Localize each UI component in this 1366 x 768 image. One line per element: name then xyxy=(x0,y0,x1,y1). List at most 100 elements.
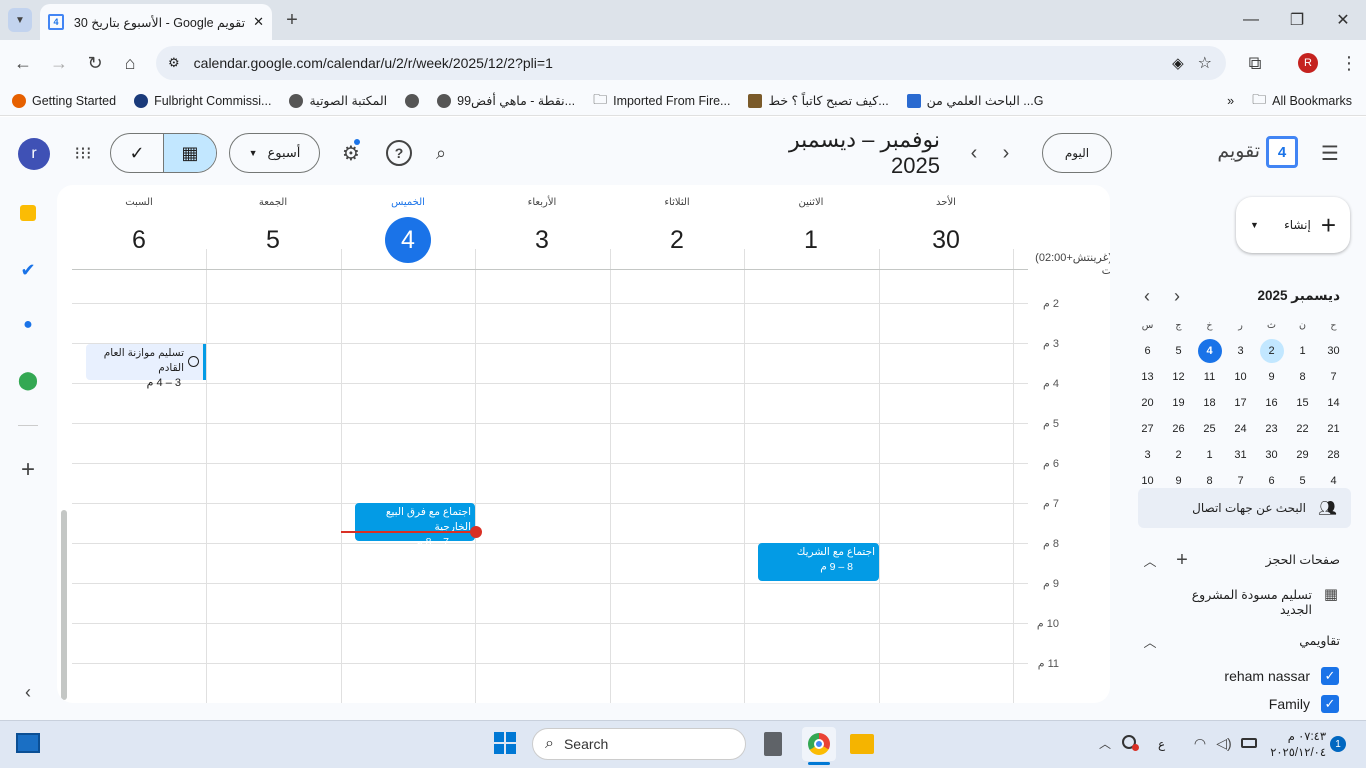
battery-icon[interactable] xyxy=(1241,738,1257,748)
mini-day[interactable]: 20 xyxy=(1132,390,1163,416)
day-header-today[interactable]: الخميس 4 xyxy=(341,185,475,263)
bookmark-item[interactable]: المكتبة الصوتية xyxy=(289,93,387,108)
tasks-icon[interactable]: ✔ xyxy=(18,260,38,280)
task-event[interactable]: تسليم موازنة العام القادم 3 – 4 م xyxy=(86,344,206,389)
mini-day[interactable]: 12 xyxy=(1163,364,1194,390)
taskbar-search[interactable]: ⌕ Search xyxy=(532,728,746,760)
calendar-checkbox[interactable]: ✓ xyxy=(1321,667,1339,685)
mini-day[interactable]: 8 xyxy=(1287,364,1318,390)
collapse-section-icon[interactable]: ︿ xyxy=(1140,550,1160,570)
grid-scrollbar[interactable] xyxy=(61,510,67,700)
clock-time[interactable]: ٠٧:٤٣ م xyxy=(1266,729,1326,743)
widgets-icon[interactable] xyxy=(16,733,40,753)
mini-day[interactable]: 24 xyxy=(1225,416,1256,442)
apps-grid-icon[interactable]: ⁝⁝⁝ xyxy=(70,140,96,166)
collapse-panel-icon[interactable]: ‹ xyxy=(18,682,38,702)
mini-day[interactable]: 17 xyxy=(1225,390,1256,416)
maps-icon[interactable]: ⬤ xyxy=(18,370,38,390)
mini-day[interactable]: 31 xyxy=(1225,442,1256,468)
day-header[interactable]: السبت 6 xyxy=(72,185,206,263)
mini-day[interactable]: 21 xyxy=(1318,416,1349,442)
search-contacts[interactable]: البحث عن جهات اتصال 👥︎ xyxy=(1138,488,1351,528)
collapse-section-icon[interactable]: ︿ xyxy=(1140,631,1160,651)
day-header[interactable]: الأربعاء 3 xyxy=(475,185,609,263)
calculator-icon[interactable] xyxy=(764,732,782,756)
back-button[interactable]: ← xyxy=(8,48,38,78)
language-indicator[interactable]: ع xyxy=(1158,737,1170,751)
mini-day[interactable]: 3 xyxy=(1225,338,1256,364)
add-addon-icon[interactable]: + xyxy=(16,456,40,483)
browser-menu-icon[interactable]: ⋮ xyxy=(1334,48,1364,78)
mini-next-month-icon[interactable]: › xyxy=(1168,286,1186,306)
mini-day[interactable]: 1 xyxy=(1194,442,1225,468)
today-button[interactable]: اليوم xyxy=(1042,133,1112,173)
clock-date[interactable]: ٢٠٢٥/١٢/٠٤ xyxy=(1266,745,1326,759)
contacts-icon[interactable]: ● xyxy=(18,315,38,335)
bookmark-item[interactable]: 99نقطة - ماهي أفض... xyxy=(437,93,575,108)
restore-button[interactable]: ❐ xyxy=(1274,0,1320,40)
tray-overflow-icon[interactable]: ︿ xyxy=(1096,734,1114,752)
bookmark-item[interactable]: الباحث العلمي من ...G xyxy=(906,93,1043,108)
address-bar[interactable]: ⚙ calendar.google.com/calendar/u/2/r/wee… xyxy=(156,46,1226,80)
calendar-event[interactable]: اجتماع مع فرق البيع الخارجية 7 – 8 م xyxy=(355,503,475,548)
mini-day[interactable]: 11 xyxy=(1194,364,1225,390)
reload-button[interactable]: ↻ xyxy=(80,48,110,78)
mini-day[interactable]: 14 xyxy=(1318,390,1349,416)
bookmark-item[interactable] xyxy=(405,93,420,108)
calendar-view-button[interactable]: ▦ xyxy=(163,134,216,172)
add-booking-icon[interactable]: + xyxy=(1172,549,1192,571)
bookmark-star-icon[interactable]: ☆ xyxy=(1198,53,1212,73)
mini-day[interactable]: 6 xyxy=(1132,338,1163,364)
search-icon[interactable]: ⌕ xyxy=(428,140,454,166)
wifi-icon[interactable]: ◠ xyxy=(1190,734,1210,752)
windows-start-icon[interactable] xyxy=(494,732,516,754)
mini-day[interactable]: 27 xyxy=(1132,416,1163,442)
tab-search-button[interactable]: ▼ xyxy=(8,8,32,32)
mini-day[interactable]: 22 xyxy=(1287,416,1318,442)
bookmark-item[interactable]: Fulbright Commissi... xyxy=(134,93,271,108)
file-explorer-icon[interactable] xyxy=(850,734,874,754)
mini-prev-month-icon[interactable]: ‹ xyxy=(1138,286,1156,306)
day-header[interactable]: الثلاثاء 2 xyxy=(610,185,744,263)
browser-tab-active[interactable]: 4 تقويم Google - الأسبوع بتاريخ 30 ✕ xyxy=(40,4,272,40)
mini-day[interactable]: 5 xyxy=(1163,338,1194,364)
volume-icon[interactable]: ◁) xyxy=(1214,734,1234,752)
all-bookmarks[interactable]: 🗀 All Bookmarks xyxy=(1252,89,1352,113)
mini-day[interactable]: 10 xyxy=(1225,364,1256,390)
close-window-button[interactable]: ✕ xyxy=(1320,0,1366,40)
tasks-view-button[interactable]: ✓ xyxy=(111,134,163,172)
mini-day[interactable]: 30 xyxy=(1256,442,1287,468)
new-tab-button[interactable]: + xyxy=(280,8,304,32)
mini-day[interactable]: 26 xyxy=(1163,416,1194,442)
next-period-icon[interactable]: › xyxy=(994,140,1018,166)
site-info-icon[interactable]: ⚙ xyxy=(168,55,180,71)
view-dropdown[interactable]: ▼ أسبوع xyxy=(229,133,320,173)
main-menu-icon[interactable]: ☰ xyxy=(1316,140,1344,166)
mini-day[interactable]: 16 xyxy=(1256,390,1287,416)
mini-day-today[interactable]: 4 xyxy=(1194,338,1225,364)
previous-period-icon[interactable]: ‹ xyxy=(962,140,986,166)
mini-day-selected[interactable]: 2 xyxy=(1256,338,1287,364)
mini-day[interactable]: 9 xyxy=(1256,364,1287,390)
settings-gear-icon[interactable]: ⚙ xyxy=(338,140,364,166)
booking-page-item[interactable]: تسليم مسودة المشروع الجديد xyxy=(1160,587,1312,617)
home-button[interactable]: ⌂ xyxy=(115,48,145,78)
calendar-event[interactable]: اجتماع مع الشريك 8 – 9 م xyxy=(758,543,879,581)
mini-day[interactable]: 19 xyxy=(1163,390,1194,416)
mini-day[interactable]: 30 xyxy=(1318,338,1349,364)
mini-day[interactable]: 3 xyxy=(1132,442,1163,468)
mini-day[interactable]: 18 xyxy=(1194,390,1225,416)
bookmark-folder[interactable]: 🗀 Imported From Fire... xyxy=(593,89,730,113)
notification-badge[interactable]: 1 xyxy=(1330,736,1346,752)
calendar-checkbox[interactable]: ✓ xyxy=(1321,695,1339,713)
account-avatar[interactable]: r xyxy=(18,138,50,170)
mini-day[interactable]: 1 xyxy=(1287,338,1318,364)
day-header[interactable]: الاثنين 1 xyxy=(744,185,878,263)
profile-avatar[interactable]: R xyxy=(1298,53,1318,73)
mini-day[interactable]: 2 xyxy=(1163,442,1194,468)
mini-day[interactable]: 7 xyxy=(1318,364,1349,390)
mini-day[interactable]: 29 xyxy=(1287,442,1318,468)
day-header[interactable]: الجمعة 5 xyxy=(206,185,340,263)
day-header[interactable]: الأحد 30 xyxy=(879,185,1013,263)
mini-day[interactable]: 13 xyxy=(1132,364,1163,390)
